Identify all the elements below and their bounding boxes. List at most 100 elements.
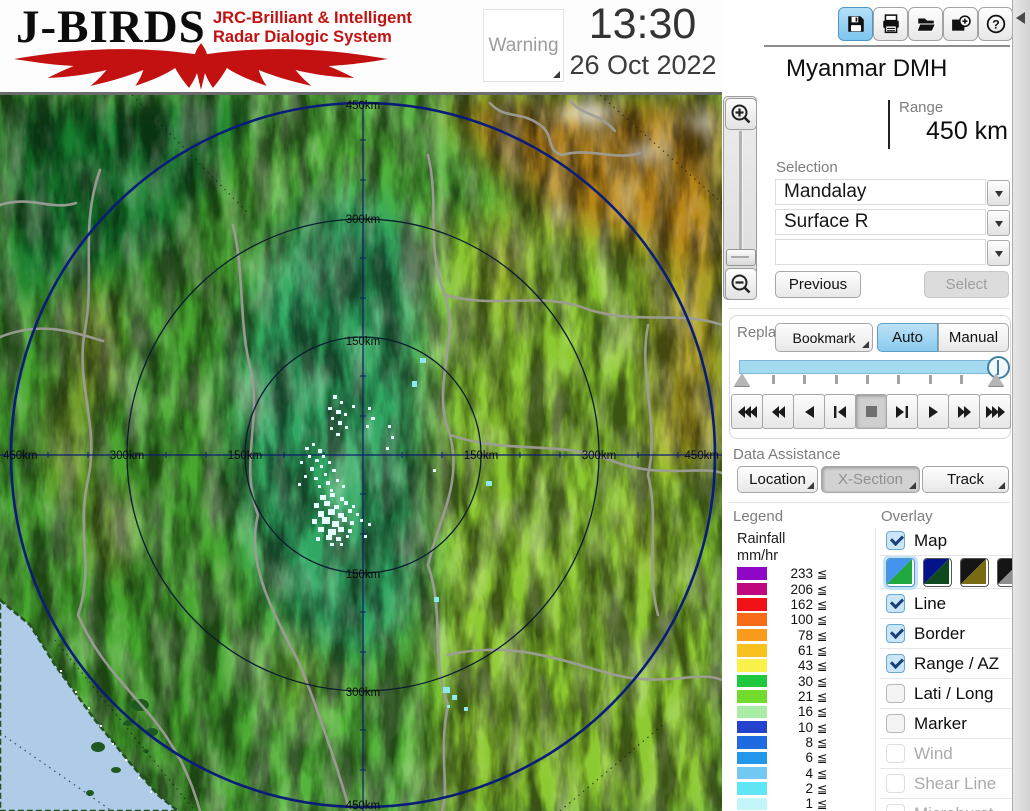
legend-swatch — [737, 644, 767, 657]
overlay-row-border[interactable]: Border — [880, 619, 1012, 649]
playback-fast-forward-2-button[interactable] — [948, 394, 980, 429]
overlay-label: Overlay — [881, 508, 933, 525]
playback-step-forward-button[interactable] — [886, 394, 918, 429]
svg-text:150km: 150km — [346, 336, 381, 348]
product-dropdown[interactable]: Surface R — [775, 209, 1010, 236]
zoom-slider-track[interactable] — [739, 131, 743, 259]
line-checkbox[interactable] — [886, 594, 905, 613]
map-style-button-2[interactable] — [923, 557, 952, 587]
save-button[interactable] — [838, 7, 873, 41]
product-dropdown-arrow-icon[interactable] — [987, 210, 1010, 236]
overlay-row-range-az[interactable]: Range / AZ — [880, 649, 1012, 679]
playback-fast-rewind-2-button[interactable] — [762, 394, 794, 429]
legend-swatch — [737, 782, 767, 795]
marker-checkbox[interactable] — [886, 714, 905, 733]
shear-line-checkbox — [886, 774, 905, 793]
replay-timeline-track[interactable] — [739, 360, 998, 374]
playback-step-back-button[interactable] — [824, 394, 856, 429]
map-style-button-3[interactable] — [960, 557, 989, 587]
legend-unit-line2: mm/hr — [737, 548, 779, 564]
zoom-out-icon — [731, 274, 751, 294]
playback-fast-rewind-3-button[interactable] — [731, 394, 763, 429]
zoom-in-button[interactable] — [725, 98, 757, 130]
radar-map-viewport[interactable]: 450km 300km 150km 150km 300km 450km 450k… — [0, 75, 730, 811]
legend-swatch — [737, 628, 767, 642]
map-checkbox[interactable] — [886, 531, 905, 550]
collapse-arrow-icon — [1016, 12, 1025, 24]
legend-row: 61 ≦ — [737, 643, 847, 658]
range-value: 450 km — [926, 117, 1008, 145]
border-checkbox[interactable] — [886, 624, 905, 643]
playback-fast-forward-3-button[interactable] — [979, 394, 1011, 429]
overlay-row-marker[interactable]: Marker — [880, 709, 1012, 739]
previous-button[interactable]: Previous — [775, 271, 861, 298]
timeline-end-marker[interactable] — [988, 373, 1004, 386]
stop-icon — [865, 406, 877, 417]
bookmark-button[interactable]: Bookmark — [775, 323, 873, 352]
bookmark-label: Bookmark — [792, 329, 856, 346]
legend-swatch — [737, 582, 767, 596]
print-icon — [882, 14, 899, 34]
legend-unit-line1: Rainfall — [737, 531, 786, 547]
site-dropdown[interactable]: Mandalay — [775, 179, 1010, 206]
zoom-slider-handle[interactable] — [726, 249, 756, 266]
station-name: Myanmar DMH — [786, 55, 948, 82]
svg-text:300km: 300km — [582, 450, 617, 462]
legend-row: 8 ≦ — [737, 735, 847, 750]
playback-play-button[interactable] — [917, 394, 949, 429]
map-style-button-1[interactable] — [886, 557, 915, 587]
print-button[interactable] — [873, 7, 908, 41]
auto-mode-button[interactable]: Auto — [877, 323, 938, 352]
range-az-checkbox[interactable] — [886, 654, 905, 673]
overlay-row-map[interactable]: Map — [880, 526, 1012, 556]
site-dropdown-arrow-icon[interactable] — [987, 180, 1010, 206]
jbirds-window: 450km 300km 150km 150km 300km 450km 450k… — [0, 0, 1030, 811]
timeline-tick — [866, 375, 869, 384]
fast-rewind-2-icon — [771, 405, 785, 418]
header-bar: J-BIRDS JRC-Brilliant & Intelligent Rada… — [0, 0, 762, 95]
playback-stop-button[interactable] — [855, 394, 887, 429]
open-folder-button[interactable] — [908, 7, 943, 41]
zoom-in-icon — [731, 104, 751, 124]
track-button[interactable]: Track — [922, 466, 1009, 493]
lati-long-checkbox[interactable] — [886, 684, 905, 703]
warning-label: Warning — [488, 34, 559, 56]
legend-row: 206 ≦ — [737, 581, 847, 597]
overlay-row-label: Shear Line — [914, 773, 997, 793]
extra-dropdown-value[interactable] — [775, 239, 986, 265]
warning-button[interactable]: Warning — [483, 9, 564, 82]
overlay-list: Map Line Border Range / AZ Lati / Long M… — [880, 526, 1026, 811]
zoom-out-button[interactable] — [725, 268, 757, 300]
extra-dropdown[interactable] — [775, 239, 1010, 266]
product-dropdown-value[interactable]: Surface R — [775, 209, 986, 235]
capture-button[interactable] — [943, 7, 978, 41]
panel-collapse-strip[interactable] — [1012, 0, 1030, 811]
app-logo-tagline-1: JRC-Brilliant & Intelligent — [213, 9, 412, 27]
location-button[interactable]: Location — [737, 466, 818, 493]
overlay-row-line[interactable]: Line — [880, 589, 1012, 619]
xsection-button[interactable]: X-Section — [821, 466, 920, 493]
data-assistance-label: Data Assistance — [733, 446, 841, 463]
timeline-tick — [803, 375, 806, 384]
overlay-row-lati-long[interactable]: Lati / Long — [880, 679, 1012, 709]
legend-swatch — [737, 797, 767, 811]
radar-map[interactable]: 450km 300km 150km 150km 300km 450km 450k… — [0, 75, 730, 811]
legend-scale: 233 ≦ 206 ≦ 162 ≦ 100 ≦ 78 ≦ 61 ≦ 43 ≦ 30 ≦ 21 ≦ … — [737, 566, 847, 811]
playback-play-reverse-button[interactable] — [793, 394, 825, 429]
play-icon — [928, 405, 938, 418]
select-button[interactable]: Select — [924, 271, 1009, 298]
step-forward-icon — [896, 405, 908, 418]
toolbar-separator — [764, 45, 1010, 47]
legend-swatch — [737, 674, 767, 688]
help-button[interactable]: ? — [978, 7, 1013, 41]
timeline-start-marker[interactable] — [734, 373, 750, 386]
site-dropdown-value[interactable]: Mandalay — [775, 179, 986, 205]
extra-dropdown-arrow-icon[interactable] — [987, 240, 1010, 266]
legend-swatch — [737, 567, 767, 580]
manual-mode-button[interactable]: Manual — [938, 323, 1009, 352]
legend-row: 233 ≦ — [737, 566, 847, 581]
legend-label: Legend — [733, 508, 784, 525]
legend-row: 16 ≦ — [737, 704, 847, 719]
fast-forward-2-icon — [957, 405, 971, 418]
legend-row: 6 ≦ — [737, 750, 847, 765]
